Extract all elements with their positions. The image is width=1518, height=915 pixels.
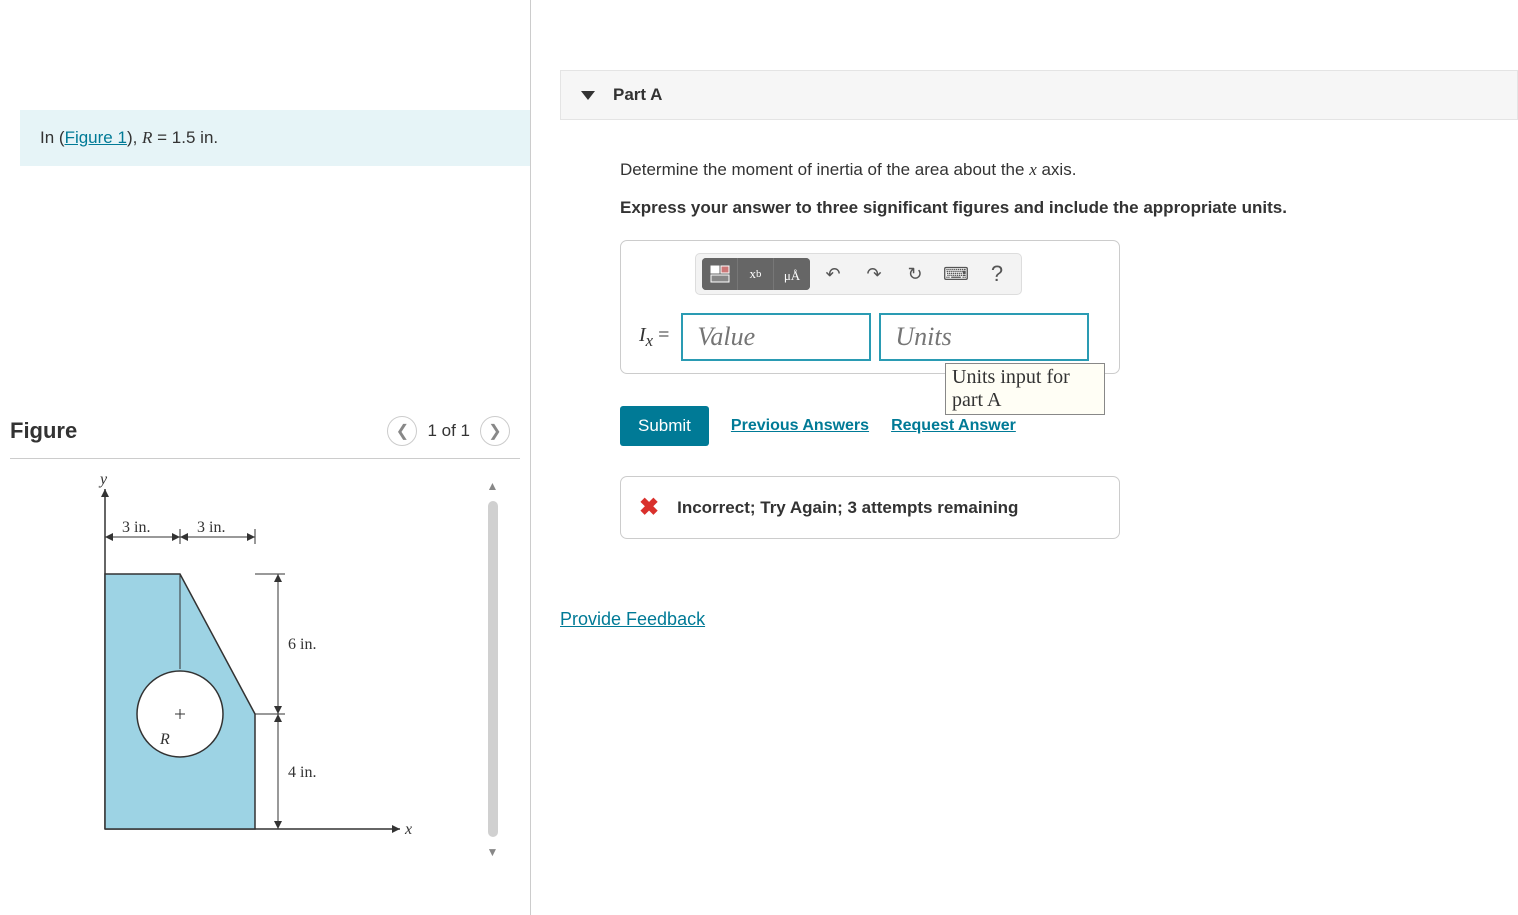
incorrect-x-icon: ✖ (639, 493, 659, 522)
dim-4in: 4 in. (288, 764, 316, 781)
y-axis-label: y (98, 471, 108, 488)
column-divider (530, 0, 531, 915)
dim-3in-right: 3 in. (197, 519, 225, 536)
figure-prev-button[interactable]: ❮ (387, 416, 417, 446)
figure-scrollbar[interactable]: ▲ ▼ (480, 469, 505, 869)
figure-header: Figure ❮ 1 of 1 ❯ (10, 416, 520, 459)
part-header[interactable]: Part A (560, 70, 1518, 120)
units-input[interactable] (879, 313, 1089, 361)
left-column: In (Figure 1), R = 1.5 in. Figure ❮ 1 of… (0, 0, 530, 915)
feedback-message: Incorrect; Try Again; 3 attempts remaini… (677, 498, 1018, 518)
scroll-down-icon[interactable]: ▼ (487, 845, 499, 859)
figure-link[interactable]: Figure 1 (65, 128, 127, 147)
figure-title: Figure (10, 418, 77, 444)
figure-area: x y R (10, 469, 520, 869)
previous-answers-link[interactable]: Previous Answers (731, 417, 869, 435)
problem-text-suffix: ), R = 1.5 in. (127, 128, 218, 147)
figure-nav: ❮ 1 of 1 ❯ (387, 416, 510, 446)
answer-input-row: Ix = (635, 313, 1105, 361)
keyboard-button[interactable]: ⌨ (938, 258, 974, 290)
figure-diagram: x y R (10, 469, 420, 869)
reset-button[interactable]: ↻ (897, 258, 933, 290)
x-axis-label: x (404, 821, 412, 838)
request-answer-link[interactable]: Request Answer (891, 417, 1016, 435)
equation-toolbar: xb μÅ ↶ ↷ ↻ ⌨ ? (695, 253, 1022, 295)
value-input[interactable] (681, 313, 871, 361)
collapse-triangle-icon[interactable] (581, 91, 595, 100)
help-button[interactable]: ? (979, 258, 1015, 290)
figure-counter: 1 of 1 (427, 421, 470, 441)
redo-button[interactable]: ↷ (856, 258, 892, 290)
scroll-up-icon[interactable]: ▲ (487, 479, 499, 493)
problem-text-prefix: In ( (40, 128, 65, 147)
answer-box: xb μÅ ↶ ↷ ↻ ⌨ ? Ix = Units input for par… (620, 240, 1120, 374)
radius-label: R (159, 731, 170, 748)
feedback-box: ✖ Incorrect; Try Again; 3 attempts remai… (620, 476, 1120, 539)
scroll-track[interactable] (488, 501, 498, 837)
dim-6in: 6 in. (288, 636, 316, 653)
right-column: Part A Determine the moment of inertia o… (530, 0, 1518, 915)
undo-button[interactable]: ↶ (815, 258, 851, 290)
dim-3in-left: 3 in. (122, 519, 150, 536)
fraction-template-button[interactable] (702, 258, 738, 290)
angstrom-template-button[interactable]: μÅ (774, 258, 810, 290)
units-tooltip: Units input for part A (945, 363, 1105, 415)
answer-lhs: Ix = (635, 324, 673, 351)
problem-statement: In (Figure 1), R = 1.5 in. (20, 110, 530, 166)
figure-next-button[interactable]: ❯ (480, 416, 510, 446)
template-buttons: xb μÅ (702, 258, 810, 290)
answer-instruction: Express your answer to three significant… (620, 198, 1518, 218)
question-text: Determine the moment of inertia of the a… (620, 160, 1518, 180)
part-title: Part A (613, 85, 662, 105)
xb-template-button[interactable]: xb (738, 258, 774, 290)
submit-button[interactable]: Submit (620, 406, 709, 446)
provide-feedback-link[interactable]: Provide Feedback (560, 609, 1518, 630)
